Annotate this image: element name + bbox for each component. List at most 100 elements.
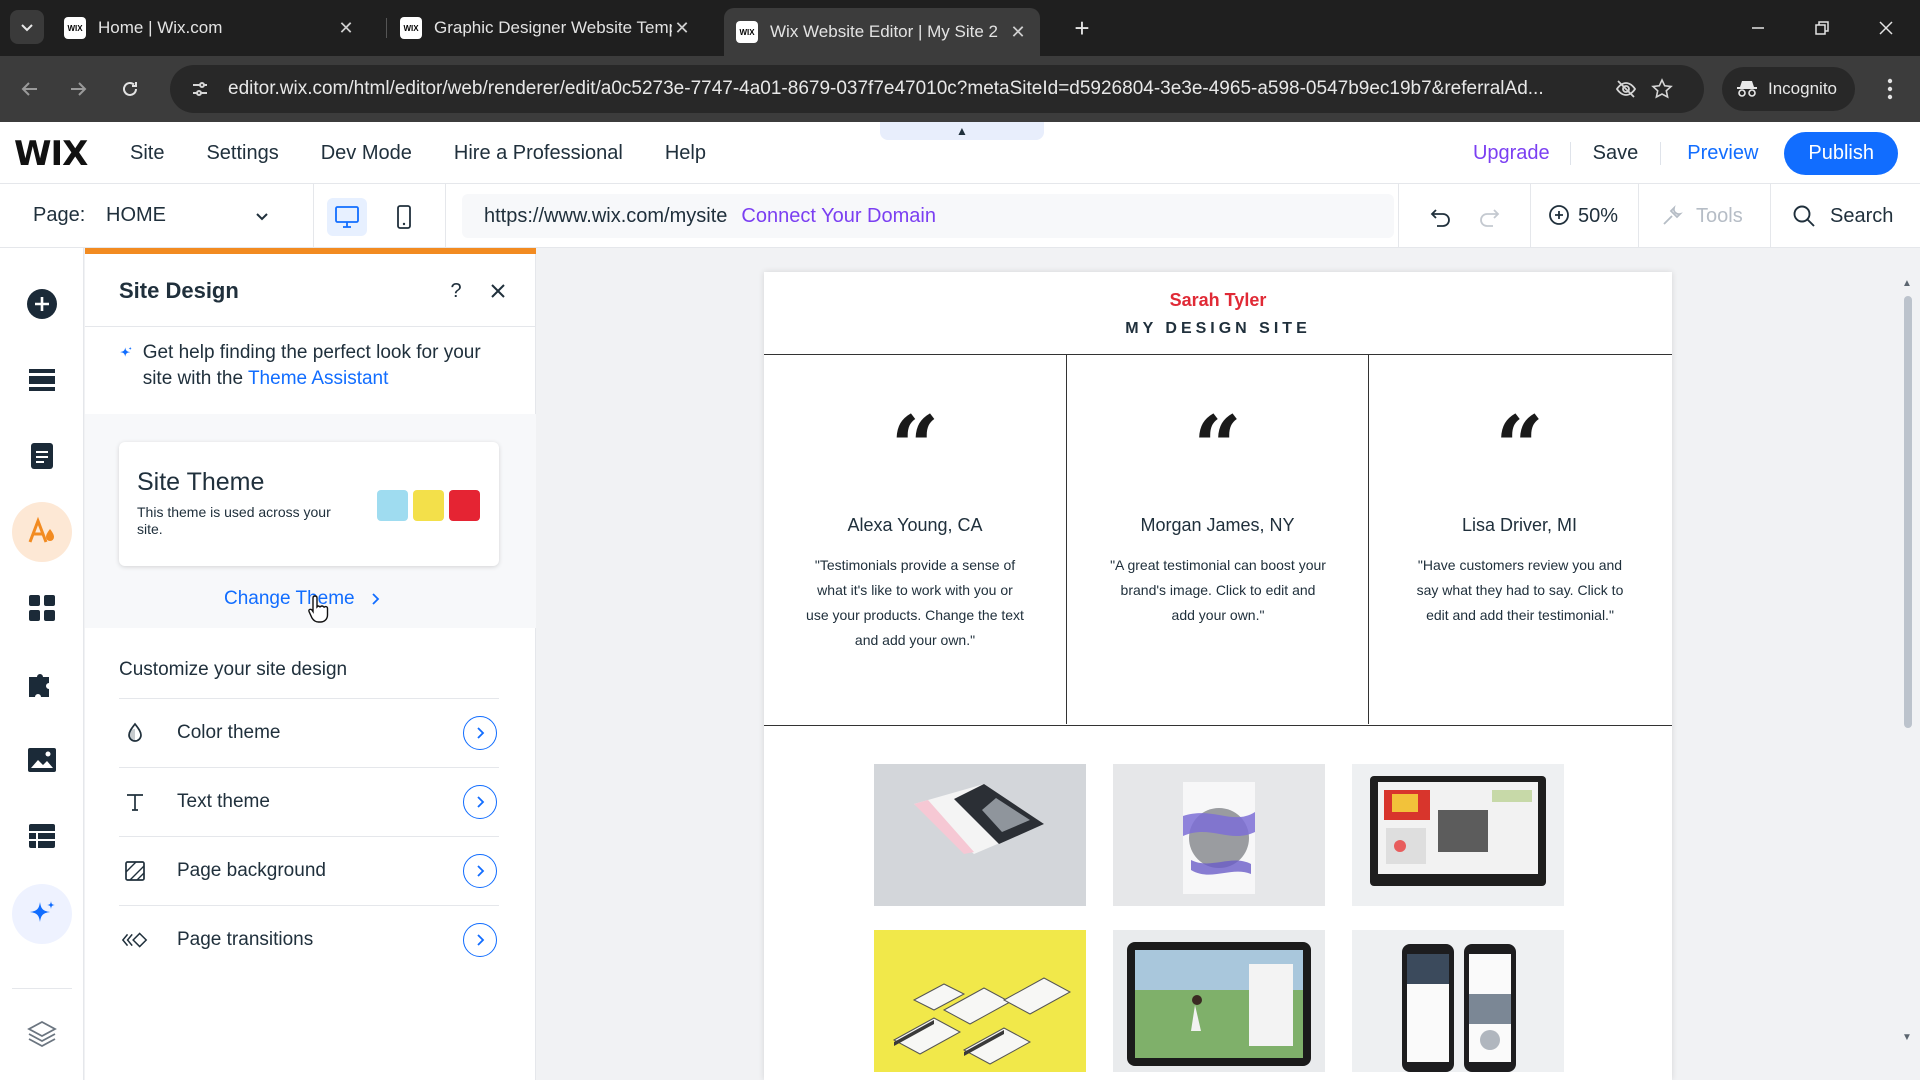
add-section-button[interactable] bbox=[12, 350, 72, 410]
testimonial-card[interactable]: “ Alexa Young, CA "Testimonials provide … bbox=[764, 355, 1066, 724]
chevron-right-icon[interactable] bbox=[463, 785, 497, 819]
add-elements-button[interactable] bbox=[12, 274, 72, 334]
portfolio-image-desktop[interactable] bbox=[1352, 764, 1564, 906]
site-theme-card[interactable]: Site Theme This theme is used across you… bbox=[119, 442, 499, 566]
undo-button[interactable] bbox=[1424, 200, 1458, 234]
apps-button[interactable] bbox=[12, 578, 72, 638]
browser-tab-home[interactable]: WIX Home | Wix.com ✕ bbox=[64, 8, 356, 48]
page-background-option[interactable]: Page background bbox=[119, 836, 499, 905]
chevron-right-icon[interactable] bbox=[463, 716, 497, 750]
change-theme-link[interactable]: Change Theme bbox=[224, 588, 381, 610]
browser-menu-button[interactable] bbox=[1874, 73, 1906, 105]
redo-icon bbox=[1480, 209, 1500, 227]
restore-button[interactable] bbox=[1802, 12, 1842, 44]
page-selector[interactable]: HOME bbox=[106, 204, 166, 227]
browser-tab-template[interactable]: WIX Graphic Designer Website Temp ✕ bbox=[400, 8, 692, 48]
eye-off-icon[interactable] bbox=[1608, 71, 1644, 107]
connect-domain-link[interactable]: Connect Your Domain bbox=[741, 205, 936, 228]
close-panel-button[interactable] bbox=[483, 276, 513, 306]
panel-title: Site Design bbox=[119, 278, 239, 303]
scroll-up-arrow[interactable]: ▲ bbox=[1899, 276, 1915, 290]
color-swatch bbox=[449, 490, 480, 521]
new-tab-button[interactable]: + bbox=[1066, 12, 1098, 44]
reload-button[interactable] bbox=[114, 73, 146, 105]
chevron-down-icon[interactable] bbox=[250, 204, 274, 228]
theme-assistant-link[interactable]: Theme Assistant bbox=[248, 368, 388, 389]
omnibox[interactable]: editor.wix.com/html/editor/web/renderer/… bbox=[170, 65, 1704, 113]
chevron-right-icon[interactable] bbox=[463, 854, 497, 888]
testimonial-card[interactable]: “ Morgan James, NY "A great testimonial … bbox=[1066, 355, 1368, 724]
text-theme-option[interactable]: Text theme bbox=[119, 767, 499, 836]
tab-search-button[interactable] bbox=[10, 10, 44, 44]
star-icon[interactable] bbox=[1644, 71, 1680, 107]
menu-site[interactable]: Site bbox=[130, 142, 164, 165]
chevron-right-icon[interactable] bbox=[463, 923, 497, 957]
testimonial-text[interactable]: "Have customers review you and say what … bbox=[1409, 553, 1631, 628]
tools-button[interactable]: Tools bbox=[1660, 204, 1743, 228]
close-icon[interactable]: ✕ bbox=[1008, 22, 1028, 42]
site-name[interactable]: Sarah Tyler bbox=[764, 290, 1672, 311]
save-button[interactable]: Save bbox=[1571, 141, 1662, 165]
window-close-button[interactable] bbox=[1866, 12, 1906, 44]
menu-help[interactable]: Help bbox=[665, 142, 706, 165]
collapse-toolbar-handle[interactable]: ▲ bbox=[880, 122, 1044, 140]
pages-button[interactable] bbox=[12, 426, 72, 486]
desktop-view-button[interactable] bbox=[327, 198, 367, 236]
business-apps-button[interactable] bbox=[12, 654, 72, 714]
help-button[interactable]: ? bbox=[441, 276, 471, 306]
color-theme-option[interactable]: Color theme bbox=[119, 698, 499, 767]
wix-logo[interactable]: WIX bbox=[14, 134, 88, 174]
testimonial-name[interactable]: Lisa Driver, MI bbox=[1369, 515, 1670, 536]
browser-tab-editor[interactable]: WIX Wix Website Editor | My Site 2 ✕ bbox=[724, 8, 1040, 56]
site-subtitle[interactable]: MY DESIGN SITE bbox=[764, 320, 1672, 338]
minimize-button[interactable] bbox=[1738, 12, 1778, 44]
editor-canvas[interactable]: Sarah Tyler MY DESIGN SITE “ Alexa Young… bbox=[537, 248, 1920, 1080]
media-button[interactable] bbox=[12, 730, 72, 790]
forward-button[interactable] bbox=[62, 73, 94, 105]
divider bbox=[85, 326, 536, 327]
ai-assistant-button[interactable] bbox=[12, 884, 72, 944]
restore-icon bbox=[1815, 21, 1829, 35]
site-page[interactable]: Sarah Tyler MY DESIGN SITE “ Alexa Young… bbox=[764, 272, 1672, 1080]
portfolio-image-poster[interactable] bbox=[1113, 764, 1325, 906]
site-design-panel: Site Design ? Get help finding the perfe… bbox=[85, 248, 536, 1080]
testimonial-text[interactable]: "A great testimonial can boost your bran… bbox=[1107, 553, 1329, 628]
portfolio-image-phones[interactable] bbox=[1352, 930, 1564, 1072]
portfolio-image-business-cards[interactable] bbox=[874, 930, 1086, 1072]
preview-button[interactable]: Preview bbox=[1661, 142, 1784, 165]
testimonial-name[interactable]: Morgan James, NY bbox=[1067, 515, 1368, 536]
editor-search-button[interactable]: Search bbox=[1792, 204, 1893, 228]
publish-button[interactable]: Publish bbox=[1784, 131, 1898, 175]
site-info-icon[interactable] bbox=[180, 69, 220, 109]
close-icon[interactable]: ✕ bbox=[336, 18, 356, 38]
testimonial-text[interactable]: "Testimonials provide a sense of what it… bbox=[804, 553, 1026, 653]
redo-button[interactable] bbox=[1472, 200, 1506, 234]
tab-title: Graphic Designer Website Temp bbox=[434, 18, 672, 37]
editor-secondary-bar: Page: HOME https://www.wix.com/mysite Co… bbox=[0, 184, 1920, 248]
upgrade-button[interactable]: Upgrade bbox=[1453, 141, 1571, 165]
customize-title: Customize your site design bbox=[119, 659, 348, 680]
sections-icon bbox=[29, 369, 55, 391]
mobile-view-button[interactable] bbox=[384, 198, 424, 236]
testimonials-strip[interactable]: “ Alexa Young, CA "Testimonials provide … bbox=[764, 354, 1672, 726]
wix-favicon-icon: WIX bbox=[400, 17, 422, 39]
close-icon[interactable]: ✕ bbox=[672, 18, 692, 38]
back-button[interactable] bbox=[14, 73, 46, 105]
change-theme-label: Change Theme bbox=[224, 588, 355, 609]
testimonial-card[interactable]: “ Lisa Driver, MI "Have customers review… bbox=[1368, 355, 1670, 724]
portfolio-image-tablet[interactable] bbox=[1113, 930, 1325, 1072]
incognito-badge[interactable]: Incognito bbox=[1722, 67, 1855, 111]
menu-settings[interactable]: Settings bbox=[206, 142, 278, 165]
cms-button[interactable] bbox=[12, 806, 72, 866]
site-design-button[interactable] bbox=[12, 502, 72, 562]
testimonial-name[interactable]: Alexa Young, CA bbox=[764, 515, 1066, 536]
canvas-scrollbar-thumb[interactable] bbox=[1904, 296, 1912, 728]
zoom-control[interactable]: 50% bbox=[1548, 204, 1618, 228]
page-transitions-option[interactable]: Page transitions bbox=[119, 905, 499, 974]
portfolio-image-magazine[interactable] bbox=[874, 764, 1086, 906]
menu-hire-professional[interactable]: Hire a Professional bbox=[454, 142, 623, 165]
layers-button[interactable] bbox=[12, 1004, 72, 1064]
menu-dev-mode[interactable]: Dev Mode bbox=[321, 142, 412, 165]
scroll-down-arrow[interactable]: ▼ bbox=[1899, 1030, 1915, 1044]
undo-icon bbox=[1430, 209, 1450, 227]
